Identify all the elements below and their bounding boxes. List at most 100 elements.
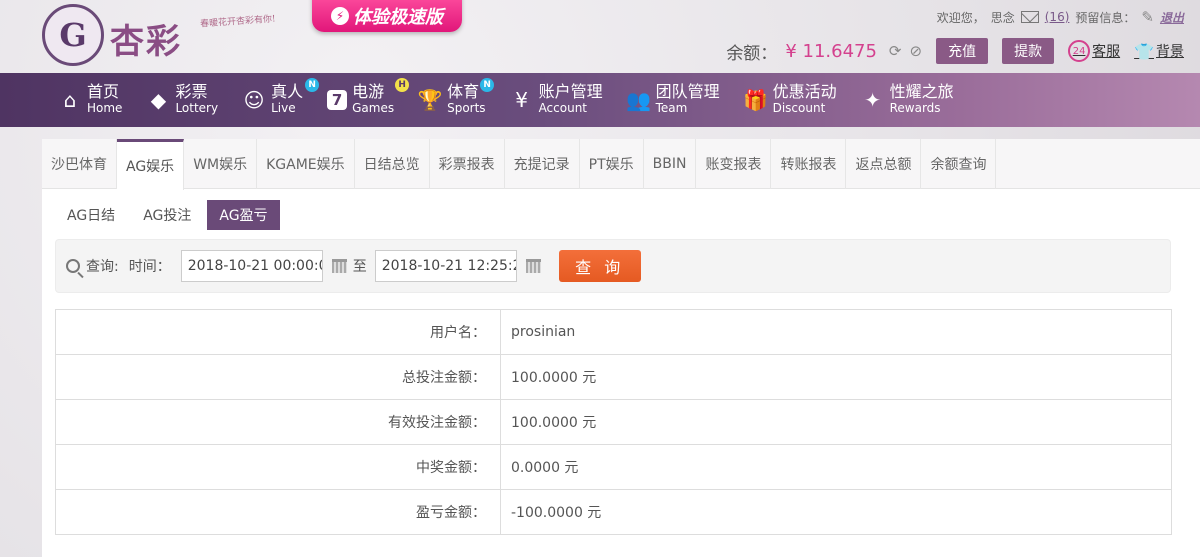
- home-icon: ⌂: [63, 88, 77, 112]
- row-value: prosinian: [500, 309, 1172, 355]
- yen-icon: ¥: [515, 88, 528, 112]
- message-count[interactable]: (16): [1045, 10, 1070, 24]
- logo-slogan: 春暖花开杏彩有你!: [199, 14, 276, 30]
- to-label: 至: [352, 259, 367, 275]
- query-bar: 查询: 时间： 2018-10-21 00:00:00 至 2018-10-21…: [55, 239, 1171, 293]
- logo[interactable]: G 杏彩 春暖花开杏彩有你!: [42, 4, 292, 68]
- row-label: 中奖金额：: [55, 444, 501, 490]
- tab-lottery-report[interactable]: 彩票报表: [430, 139, 505, 189]
- speed-version-button[interactable]: ⚡ 体验极速版: [312, 0, 462, 32]
- mail-icon[interactable]: [1020, 11, 1039, 23]
- nav-games-en: Games: [352, 101, 395, 115]
- nav-games-cn: 电游: [352, 82, 385, 101]
- calendar-icon[interactable]: [331, 259, 347, 273]
- tab-kgame[interactable]: KGAME娱乐: [257, 139, 355, 189]
- nav-sports[interactable]: 🏆 体育 Sports N: [417, 78, 495, 116]
- deposit-button[interactable]: 充值: [936, 38, 989, 64]
- nav-home[interactable]: ⌂ 首页 Home: [58, 82, 123, 116]
- nav-account-en: Account: [538, 101, 588, 115]
- customer-service-label: 客服: [1092, 44, 1121, 60]
- hot-badge: H: [395, 78, 410, 92]
- rewards-icon: ✦: [864, 88, 881, 112]
- shirt-icon: 👕: [1134, 41, 1154, 61]
- balance-row: 余额： ¥ 11.6475 ⟳ ⊘ 充值 提款 24 客服 👕 背景: [726, 38, 1184, 64]
- logo-mark: G: [42, 4, 104, 66]
- row-value: 100.0000 元: [500, 354, 1172, 400]
- tab-rebate-total[interactable]: 返点总额: [846, 139, 922, 189]
- table-row: 盈亏金额： -100.0000 元: [55, 489, 1172, 535]
- ticket-icon: ◆: [150, 88, 167, 112]
- nav-games[interactable]: 7 电游 Games H: [327, 78, 410, 116]
- customer-service-link[interactable]: 24 客服: [1068, 40, 1120, 62]
- logout-link[interactable]: 退出: [1160, 9, 1184, 26]
- row-label: 有效投注金额：: [55, 399, 501, 445]
- reservation-info-label: 预留信息：: [1075, 10, 1136, 25]
- hide-eye-icon[interactable]: ⊘: [910, 42, 923, 60]
- subtab-ag-daily[interactable]: AG日结: [55, 200, 127, 230]
- query-label: 查询:: [86, 259, 119, 275]
- balance-value: ¥ 11.6475: [785, 40, 877, 62]
- nav-team[interactable]: 👥 团队管理 Team: [626, 82, 720, 116]
- new-badge: N: [480, 78, 495, 92]
- tab-pt[interactable]: PT娱乐: [580, 139, 644, 189]
- background-label: 背景: [1156, 44, 1184, 60]
- row-value: -100.0000 元: [500, 489, 1172, 535]
- query-button[interactable]: 查 询: [558, 250, 641, 282]
- sub-tabs: AG日结 AG投注 AG盈亏: [55, 200, 280, 230]
- tab-daily-overview[interactable]: 日结总览: [355, 139, 430, 189]
- tab-ag[interactable]: AG娱乐: [117, 139, 185, 190]
- refresh-icon[interactable]: ⟳: [889, 42, 902, 60]
- nav-live-cn: 真人: [271, 82, 304, 101]
- tab-transfer-report[interactable]: 转账报表: [771, 139, 847, 189]
- tab-account-change[interactable]: 账变报表: [696, 139, 772, 189]
- start-date-input[interactable]: 2018-10-21 00:00:00: [180, 250, 323, 282]
- calendar-icon[interactable]: [525, 259, 541, 273]
- edit-icon[interactable]: ✎: [1141, 8, 1154, 26]
- row-label: 总投注金额：: [55, 354, 501, 400]
- seven-icon: 7: [327, 90, 348, 110]
- subtab-ag-profit[interactable]: AG盈亏: [207, 200, 280, 230]
- tab-wm[interactable]: WM娱乐: [184, 139, 258, 189]
- nav-account-cn: 账户管理: [538, 82, 603, 101]
- main-nav: ⌂ 首页 Home ◆ 彩票 Lottery ☺ 真人 Live N 7 电游 Game…: [0, 73, 1200, 127]
- nav-account[interactable]: ¥ 账户管理 Account: [510, 82, 603, 116]
- tab-saba-sports[interactable]: 沙巴体育: [42, 139, 117, 189]
- row-label: 盈亏金额：: [55, 489, 501, 535]
- trophy-icon: 🏆: [417, 88, 443, 112]
- welcome-text: 欢迎您，: [936, 10, 985, 25]
- end-date-input[interactable]: 2018-10-21 12:25:23: [374, 250, 517, 282]
- report-tabs: 沙巴体育 AG娱乐 WM娱乐 KGAME娱乐 日结总览 彩票报表 充提记录 PT…: [42, 139, 1200, 190]
- time-label: 时间：: [128, 259, 171, 275]
- header: G 杏彩 春暖花开杏彩有你! ⚡ 体验极速版 欢迎您， 思念 (16) 预留信息…: [0, 0, 1200, 73]
- new-badge: N: [305, 78, 320, 92]
- nav-team-cn: 团队管理: [655, 82, 720, 101]
- report-panel: 沙巴体育 AG娱乐 WM娱乐 KGAME娱乐 日结总览 彩票报表 充提记录 PT…: [42, 139, 1200, 557]
- nav-live-en: Live: [271, 101, 296, 115]
- support-24h-icon: 24: [1068, 40, 1091, 62]
- nav-lottery-en: Lottery: [175, 101, 219, 115]
- speed-version-label: 体验极速版: [353, 7, 443, 28]
- nav-team-en: Team: [655, 101, 688, 115]
- tab-bbin[interactable]: BBIN: [644, 139, 697, 189]
- subtab-ag-bets[interactable]: AG投注: [131, 200, 203, 230]
- withdraw-button[interactable]: 提款: [1002, 38, 1055, 64]
- nav-discount[interactable]: 🎁 优惠活动 Discount: [743, 84, 836, 116]
- balance-label: 余额：: [726, 43, 778, 64]
- username: 思念: [990, 10, 1015, 25]
- nav-rewards[interactable]: ✦ 性耀之旅 Rewards: [861, 82, 954, 116]
- nav-lottery[interactable]: ◆ 彩票 Lottery: [146, 84, 218, 116]
- tab-deposit-withdraw[interactable]: 充提记录: [505, 139, 580, 189]
- gift-icon: 🎁: [743, 88, 769, 112]
- row-label: 用户名：: [55, 309, 501, 355]
- row-value: 0.0000 元: [500, 444, 1172, 490]
- speed-icon: ⚡: [331, 7, 349, 25]
- background-link[interactable]: 👕 背景: [1134, 41, 1184, 61]
- tab-balance-query[interactable]: 余额查询: [921, 139, 997, 189]
- nav-sports-en: Sports: [447, 101, 486, 115]
- nav-rewards-en: Rewards: [889, 101, 941, 115]
- nav-home-cn: 首页: [87, 82, 120, 101]
- nav-rewards-cn: 性耀之旅: [889, 82, 954, 101]
- nav-home-en: Home: [87, 101, 123, 115]
- row-value: 100.0000 元: [500, 399, 1172, 445]
- nav-live[interactable]: ☺ 真人 Live N: [242, 78, 320, 116]
